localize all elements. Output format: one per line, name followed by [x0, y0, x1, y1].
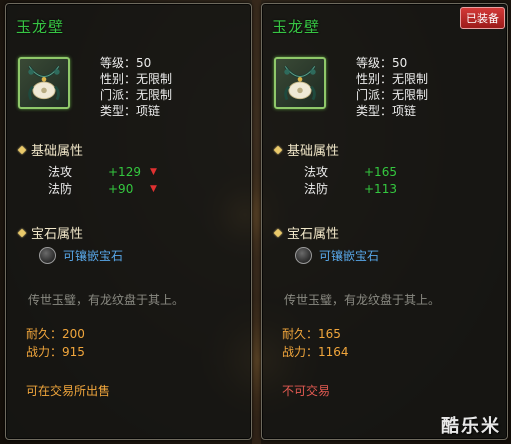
item-stats: 耐久：200 战力：915 — [26, 325, 85, 361]
gem-socket-label: 可镶嵌宝石 — [319, 249, 380, 263]
item-type: 类型：项链 — [100, 104, 161, 118]
gem-slot-icon — [295, 247, 312, 264]
attribute-label: 法防 — [48, 182, 73, 196]
item-type: 类型：项链 — [356, 104, 417, 118]
jade-necklace-icon — [274, 57, 326, 109]
gem-slot-icon — [39, 247, 56, 264]
item-level: 等级：50 — [100, 56, 152, 70]
attribute-row: 法防 +90 ▼ — [48, 181, 157, 198]
gem-attributes-header: 宝石属性 — [17, 223, 84, 242]
gem-socket[interactable]: 可镶嵌宝石 — [39, 247, 123, 264]
item-power: 战力：1164 — [282, 345, 349, 359]
background-pillar — [252, 0, 261, 444]
item-stats: 耐久：165 战力：1164 — [282, 325, 349, 361]
attribute-value: +113 — [364, 182, 397, 196]
attribute-value: +90 — [108, 182, 134, 196]
item-basic-info: 等级：50 性别：无限制 门派：无限制 类型：项链 — [356, 55, 428, 119]
item-sect: 门派：无限制 — [100, 88, 173, 102]
equipped-badge: 已装备 — [460, 7, 505, 29]
attribute-label: 法防 — [304, 182, 329, 196]
item-name: 玉龙壁 — [16, 18, 65, 36]
gem-socket-label: 可镶嵌宝石 — [63, 249, 124, 263]
attribute-value: +129 — [108, 165, 141, 179]
attribute-row: 法攻 +129 ▼ — [48, 164, 157, 181]
item-name: 玉龙壁 — [272, 18, 321, 36]
basic-attributes-label: 基础属性 — [31, 144, 84, 159]
basic-attributes-header: 基础属性 — [17, 140, 84, 159]
gem-attributes-header: 宝石属性 — [273, 223, 340, 242]
item-tooltip-equipped: 已装备 玉龙壁 等级：50 性别：无限制 门派：无限制 类型：项链 基础属性 法… — [261, 3, 508, 440]
gem-attributes-label: 宝石属性 — [31, 227, 84, 242]
attribute-list: 法攻 +129 ▼ 法防 +90 ▼ — [48, 164, 157, 198]
item-description: 传世玉璧，有龙纹盘于其上。 — [28, 293, 185, 307]
item-gender: 性别：无限制 — [356, 72, 429, 86]
trade-status: 不可交易 — [282, 384, 331, 398]
attribute-row: 法攻 +165 — [304, 164, 397, 181]
basic-attributes-header: 基础属性 — [273, 140, 340, 159]
jade-necklace-icon — [18, 57, 70, 109]
item-durability: 耐久：165 — [282, 327, 341, 341]
trade-status: 可在交易所出售 — [26, 384, 111, 398]
item-description: 传世玉璧，有龙纹盘于其上。 — [284, 293, 441, 307]
attribute-row: 法防 +113 — [304, 181, 397, 198]
item-gender: 性别：无限制 — [100, 72, 173, 86]
diamond-bullet-icon — [273, 145, 283, 154]
site-watermark: 酷乐米 — [441, 416, 501, 437]
attribute-label: 法攻 — [304, 165, 329, 179]
diamond-bullet-icon — [17, 228, 27, 237]
down-arrow-icon: ▼ — [150, 167, 157, 177]
gem-attributes-label: 宝石属性 — [287, 227, 340, 242]
attribute-label: 法攻 — [48, 165, 73, 179]
item-power: 战力：915 — [26, 345, 85, 359]
item-level: 等级：50 — [356, 56, 408, 70]
attribute-list: 法攻 +165 法防 +113 — [304, 164, 397, 198]
gem-socket[interactable]: 可镶嵌宝石 — [295, 247, 379, 264]
diamond-bullet-icon — [17, 145, 27, 154]
down-arrow-icon: ▼ — [150, 184, 157, 194]
item-durability: 耐久：200 — [26, 327, 85, 341]
basic-attributes-label: 基础属性 — [287, 144, 340, 159]
attribute-value: +165 — [364, 165, 397, 179]
item-tooltip-compare: 玉龙壁 等级：50 性别：无限制 门派：无限制 类型：项链 基础属性 法攻 +1… — [5, 3, 252, 440]
item-basic-info: 等级：50 性别：无限制 门派：无限制 类型：项链 — [100, 55, 172, 119]
diamond-bullet-icon — [273, 228, 283, 237]
item-sect: 门派：无限制 — [356, 88, 429, 102]
